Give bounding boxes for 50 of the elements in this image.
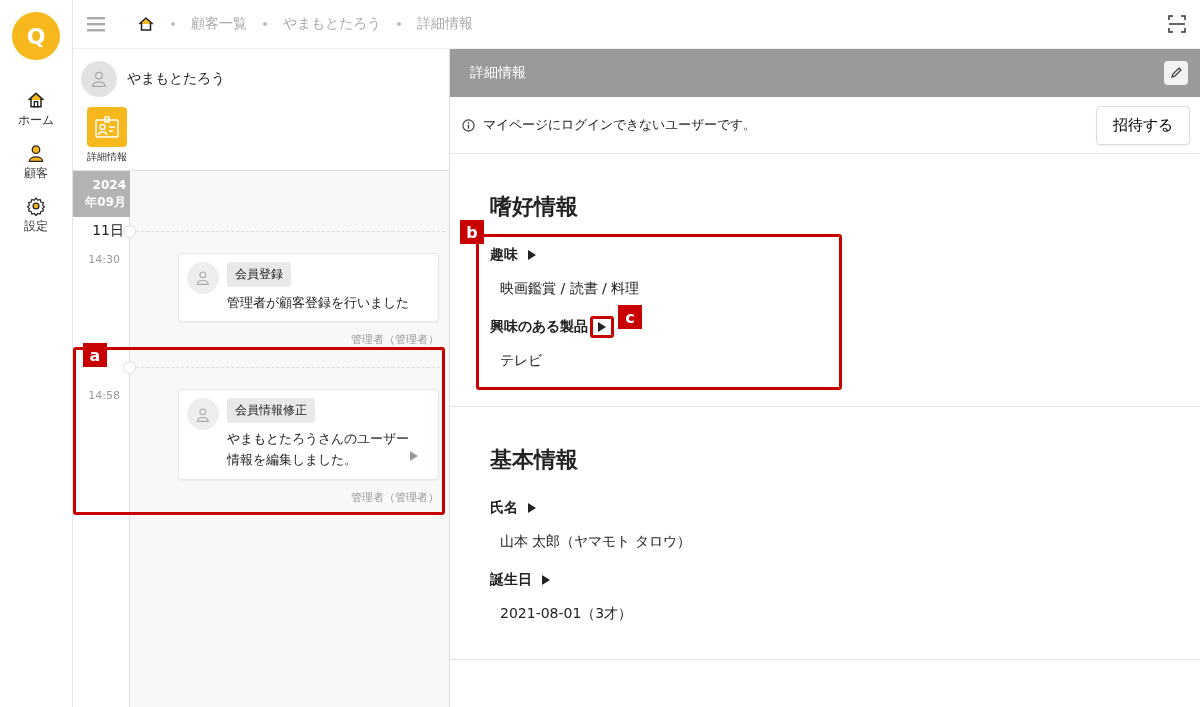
invite-button[interactable]: 招待する bbox=[1096, 105, 1190, 145]
event-card[interactable]: 会員情報修正 やまもとたろうさんのユーザー情報を編集しました。 bbox=[178, 389, 439, 480]
event-text: 管理者が顧客登録を行いました bbox=[227, 293, 409, 312]
annotation-label: b bbox=[460, 220, 484, 244]
field-value: テレビ bbox=[500, 352, 542, 368]
expand-arrow-icon[interactable] bbox=[528, 503, 536, 513]
info-icon bbox=[462, 118, 475, 132]
edit-button[interactable] bbox=[1164, 61, 1188, 85]
avatar-icon bbox=[81, 61, 117, 97]
section-heading: 嗜好情報 bbox=[490, 193, 579, 221]
section-heading: 基本情報 bbox=[490, 446, 579, 474]
panel-title: 詳細情報 bbox=[470, 64, 526, 82]
notice-text: マイページにログインできないユーザーです。 bbox=[483, 116, 756, 134]
avatar-icon bbox=[187, 398, 219, 431]
field-value: 映画鑑賞 / 読書 / 料理 bbox=[500, 280, 640, 296]
nav-item[interactable]: ホーム bbox=[16, 88, 56, 131]
scan-icon[interactable] bbox=[1168, 15, 1186, 33]
avatar-icon bbox=[187, 261, 219, 294]
month-label: 2024 年09月 bbox=[73, 171, 130, 217]
event-text: やまもとたろうさんのユーザー情報を編集しました。 bbox=[227, 430, 410, 470]
id-card-icon bbox=[95, 116, 119, 138]
field-value: 2021-08-01（3才） bbox=[500, 605, 633, 621]
home-icon[interactable] bbox=[137, 15, 155, 33]
event-time: 14:30 bbox=[88, 252, 120, 266]
event-tag: 会員登録 bbox=[227, 261, 291, 287]
person-icon bbox=[26, 143, 46, 163]
annotation-label: a bbox=[83, 343, 107, 368]
timeline-node bbox=[123, 224, 136, 238]
field-label: 趣味 bbox=[490, 246, 518, 264]
field-label: 興味のある製品 bbox=[490, 318, 588, 336]
event-author: 管理者（管理者） bbox=[351, 491, 439, 504]
home-icon bbox=[26, 90, 46, 110]
day-label: 11日 bbox=[92, 221, 124, 240]
gear-icon bbox=[26, 196, 46, 216]
nav-item[interactable]: 設定 bbox=[22, 194, 50, 237]
field-label: 誕生日 bbox=[490, 571, 532, 589]
event-card[interactable]: 会員登録 管理者が顧客登録を行いました bbox=[178, 252, 439, 323]
nav-item[interactable]: 顧客 bbox=[22, 141, 50, 184]
customer-name: やまもとたろう bbox=[127, 70, 225, 88]
timeline-node bbox=[123, 361, 136, 375]
field-label: 氏名 bbox=[490, 499, 518, 517]
field-value: 山本 太郎（ヤマモト タロウ） bbox=[500, 533, 691, 549]
expand-arrow-icon[interactable] bbox=[598, 322, 606, 332]
event-time: 14:58 bbox=[88, 389, 120, 403]
event-author: 管理者（管理者） bbox=[351, 333, 439, 347]
annotation-label: c bbox=[618, 305, 642, 329]
expand-arrow-icon[interactable] bbox=[542, 575, 550, 585]
pencil-icon bbox=[1168, 65, 1184, 81]
expand-arrow-icon[interactable] bbox=[528, 250, 536, 260]
event-tag: 会員情報修正 bbox=[227, 398, 315, 424]
